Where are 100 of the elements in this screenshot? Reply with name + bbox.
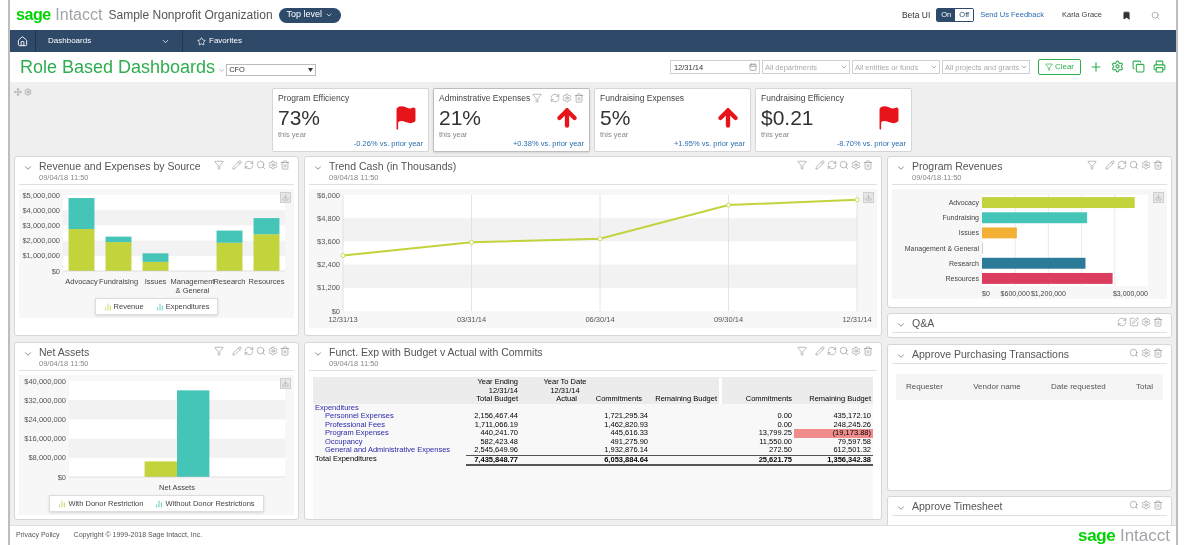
nav-item[interactable]: Favorites	[183, 30, 242, 52]
search-icon[interactable]	[839, 346, 849, 356]
filter-icon[interactable]	[214, 346, 224, 356]
add-icon[interactable]	[1089, 60, 1103, 74]
nav-menu[interactable]: Dashboards	[36, 30, 183, 52]
trash-icon[interactable]	[280, 160, 290, 170]
pencil-icon[interactable]	[815, 346, 825, 356]
settings-icon[interactable]	[268, 160, 278, 170]
search-icon[interactable]	[256, 346, 266, 356]
download-icon[interactable]	[863, 192, 874, 203]
refresh-icon[interactable]	[1117, 160, 1127, 170]
star-icon	[197, 36, 206, 46]
pencil-icon[interactable]	[232, 346, 242, 356]
refresh-icon[interactable]	[550, 93, 560, 103]
pencil-icon[interactable]	[815, 160, 825, 170]
panel-title: Program Revenues	[912, 160, 1004, 173]
panel-title: Net Assets	[39, 346, 91, 359]
chevron-down-icon	[839, 63, 848, 71]
settings-icon[interactable]	[1111, 60, 1124, 73]
panel-title: Approve Timesheet	[912, 500, 1004, 513]
search-icon[interactable]	[839, 160, 849, 170]
bar-chart-icon	[155, 302, 164, 311]
settings-icon[interactable]	[562, 93, 572, 103]
logo: sage Intacct	[16, 7, 103, 23]
settings-icon[interactable]	[1141, 500, 1151, 510]
chevron-down-icon	[929, 63, 938, 71]
filter-icon[interactable]	[1087, 160, 1097, 170]
logo: sage Intacct	[1078, 527, 1170, 544]
trash-icon[interactable]	[1153, 500, 1163, 510]
trash-icon[interactable]	[1153, 317, 1163, 327]
data-point	[469, 239, 474, 245]
filter-icon[interactable]	[797, 346, 807, 356]
settings-icon[interactable]	[1141, 160, 1151, 170]
download-icon[interactable]	[1153, 192, 1164, 203]
kpi-title: Fundraising Expenses	[600, 91, 685, 105]
kpi-value: $0.21	[761, 107, 814, 129]
panel-title: Revenue and Expenses by Source	[39, 160, 202, 173]
data-point	[854, 197, 860, 203]
kpi-title: Adminstrative Expenses	[439, 91, 531, 105]
copy-icon[interactable]	[1132, 60, 1145, 73]
trash-icon[interactable]	[863, 346, 873, 356]
bar-chart-icon	[103, 302, 112, 311]
panel-title: Funct. Exp with Budget v Actual with Commits	[329, 346, 544, 359]
bar	[982, 227, 1017, 239]
refresh-icon[interactable]	[827, 346, 837, 356]
settings-icon[interactable]	[268, 346, 278, 356]
trash-icon[interactable]	[1153, 160, 1163, 170]
home-icon[interactable]	[17, 35, 28, 47]
refresh-icon[interactable]	[827, 160, 837, 170]
download-icon[interactable]	[280, 378, 291, 389]
chevron-down-icon	[1019, 63, 1028, 71]
filter-icon	[1044, 63, 1053, 71]
trash-icon[interactable]	[863, 160, 873, 170]
search-icon[interactable]	[1129, 500, 1139, 510]
kpi-value: 73%	[278, 107, 321, 129]
print-icon[interactable]	[1153, 60, 1166, 73]
search-icon[interactable]	[256, 160, 266, 170]
chevron-down-icon[interactable]	[218, 66, 226, 74]
trash-icon[interactable]	[1153, 348, 1163, 358]
chevron-down-icon[interactable]	[23, 163, 33, 173]
search-icon[interactable]	[1129, 160, 1139, 170]
pencil-icon[interactable]	[1105, 160, 1115, 170]
chevron-down-icon[interactable]	[23, 349, 33, 359]
panel-title: Q&A	[912, 317, 936, 330]
download-icon[interactable]	[280, 192, 291, 203]
chevron-down-icon[interactable]	[896, 351, 906, 361]
organization-name: Sample Nonprofit Organization	[108, 7, 273, 24]
search-icon[interactable]	[1151, 10, 1160, 20]
chevron-down-icon[interactable]	[313, 163, 323, 173]
filter-icon[interactable]	[532, 93, 542, 103]
refresh-icon[interactable]	[244, 346, 254, 356]
filter-icon[interactable]	[214, 160, 224, 170]
refresh-icon[interactable]	[244, 160, 254, 170]
panel-title: Trend Cash (in Thousands)	[329, 160, 458, 173]
settings-icon[interactable]	[851, 160, 861, 170]
chevron-down-icon	[325, 11, 334, 19]
bar-chart-icon	[155, 499, 164, 508]
chevron-down-icon[interactable]	[313, 349, 323, 359]
settings-icon[interactable]	[851, 346, 861, 356]
refresh-icon[interactable]	[1117, 317, 1127, 327]
settings-icon[interactable]	[1141, 348, 1151, 358]
entity-menu[interactable]: Top level	[278, 7, 342, 23]
column-header: Total	[1136, 381, 1153, 393]
dropdown-arrow-icon	[308, 68, 314, 72]
edit-icon[interactable]	[1129, 317, 1139, 327]
chevron-down-icon[interactable]	[896, 503, 906, 513]
chevron-down-icon[interactable]	[896, 320, 906, 330]
settings-icon[interactable]	[24, 88, 32, 96]
filter-icon[interactable]	[797, 160, 807, 170]
trash-icon[interactable]	[574, 93, 584, 103]
bookmark-icon[interactable]	[1122, 10, 1131, 20]
settings-icon[interactable]	[1141, 317, 1151, 327]
trash-icon[interactable]	[280, 346, 290, 356]
pencil-icon[interactable]	[232, 160, 242, 170]
move-icon[interactable]	[14, 88, 22, 96]
chevron-down-icon[interactable]	[896, 163, 906, 173]
kpi-value: 5%	[600, 107, 631, 129]
search-icon[interactable]	[1129, 348, 1139, 358]
data-point	[340, 253, 346, 258]
column-header: Requester	[906, 381, 943, 393]
